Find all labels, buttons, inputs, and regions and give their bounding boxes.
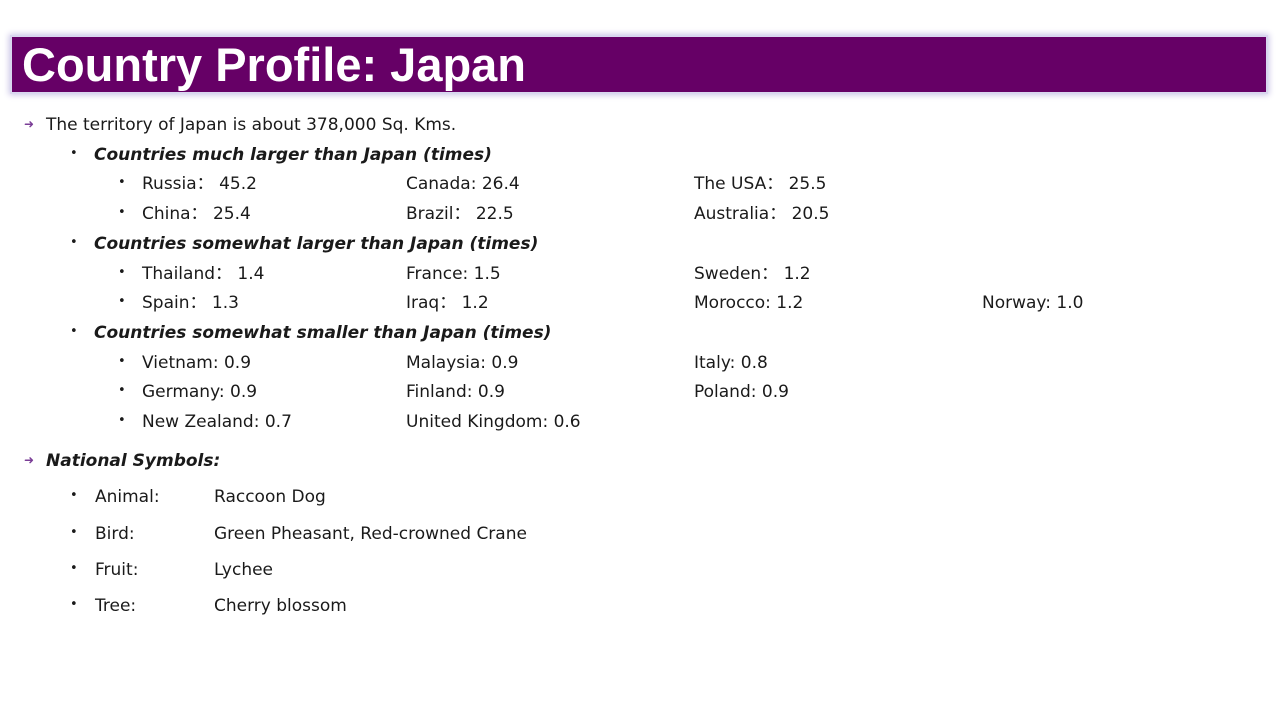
country-cell: Sweden： 1.2 <box>694 264 811 284</box>
bullet-dot-icon: • <box>118 383 126 398</box>
country-cell: Spain： 1.3 <box>142 293 239 313</box>
bullet-dot-icon: • <box>70 146 78 161</box>
group-heading: Countries somewhat larger than Japan (ti… <box>94 234 539 254</box>
bullet-dot-icon: • <box>70 324 78 339</box>
country-cell: Iraq： 1.2 <box>406 293 489 313</box>
symbol-label: Bird: <box>95 524 135 544</box>
bullet-dot-icon: • <box>118 413 126 428</box>
page-title: Country Profile: Japan <box>22 38 527 91</box>
symbol-label: Fruit: <box>95 560 139 580</box>
country-cell: New Zealand: 0.7 <box>142 412 292 432</box>
country-cell: United Kingdom: 0.6 <box>406 412 581 432</box>
arrow-bullet-icon: ➜ <box>24 453 35 467</box>
country-cell: Thailand： 1.4 <box>142 264 265 284</box>
arrow-bullet-icon: ➜ <box>24 117 35 131</box>
bullet-dot-icon: • <box>118 205 126 220</box>
country-cell: Morocco: 1.2 <box>694 293 804 313</box>
country-cell: Finland: 0.9 <box>406 382 505 402</box>
country-cell: Malaysia: 0.9 <box>406 353 519 373</box>
country-cell: France: 1.5 <box>406 264 501 284</box>
group-heading: Countries somewhat smaller than Japan (t… <box>94 323 552 343</box>
symbol-label: Animal: <box>95 487 160 507</box>
bullet-dot-icon: • <box>70 235 78 250</box>
bullet-dot-icon: • <box>70 488 78 503</box>
country-cell: Vietnam: 0.9 <box>142 353 252 373</box>
group-heading: Countries much larger than Japan (times) <box>94 145 492 165</box>
symbol-value: Green Pheasant, Red-crowned Crane <box>214 524 527 544</box>
symbol-value: Lychee <box>214 560 274 580</box>
title-bar: Country Profile: Japan <box>12 37 1266 92</box>
slide: Country Profile: Japan ➜ The territory o… <box>0 0 1280 720</box>
bullet-dot-icon: • <box>70 597 78 612</box>
country-cell: China： 25.4 <box>142 204 251 224</box>
country-cell: Italy: 0.8 <box>694 353 768 373</box>
symbols-heading: National Symbols: <box>46 451 221 471</box>
country-cell: The USA： 25.5 <box>694 174 827 194</box>
bullet-dot-icon: • <box>118 294 126 309</box>
country-cell: Canada: 26.4 <box>406 174 520 194</box>
country-cell: Russia： 45.2 <box>142 174 257 194</box>
symbol-label: Tree: <box>95 596 137 616</box>
country-cell: Brazil： 22.5 <box>406 204 514 224</box>
country-cell: Norway: 1.0 <box>982 293 1084 313</box>
bullet-dot-icon: • <box>70 561 78 576</box>
country-cell: Germany: 0.9 <box>142 382 258 402</box>
bullet-dot-icon: • <box>118 175 126 190</box>
territory-text: The territory of Japan is about 378,000 … <box>46 115 457 135</box>
symbol-value: Cherry blossom <box>214 596 347 616</box>
symbol-value: Raccoon Dog <box>214 487 326 507</box>
bullet-dot-icon: • <box>70 525 78 540</box>
country-cell: Poland: 0.9 <box>694 382 789 402</box>
country-cell: Australia： 20.5 <box>694 204 830 224</box>
bullet-dot-icon: • <box>118 265 126 280</box>
bullet-dot-icon: • <box>118 354 126 369</box>
